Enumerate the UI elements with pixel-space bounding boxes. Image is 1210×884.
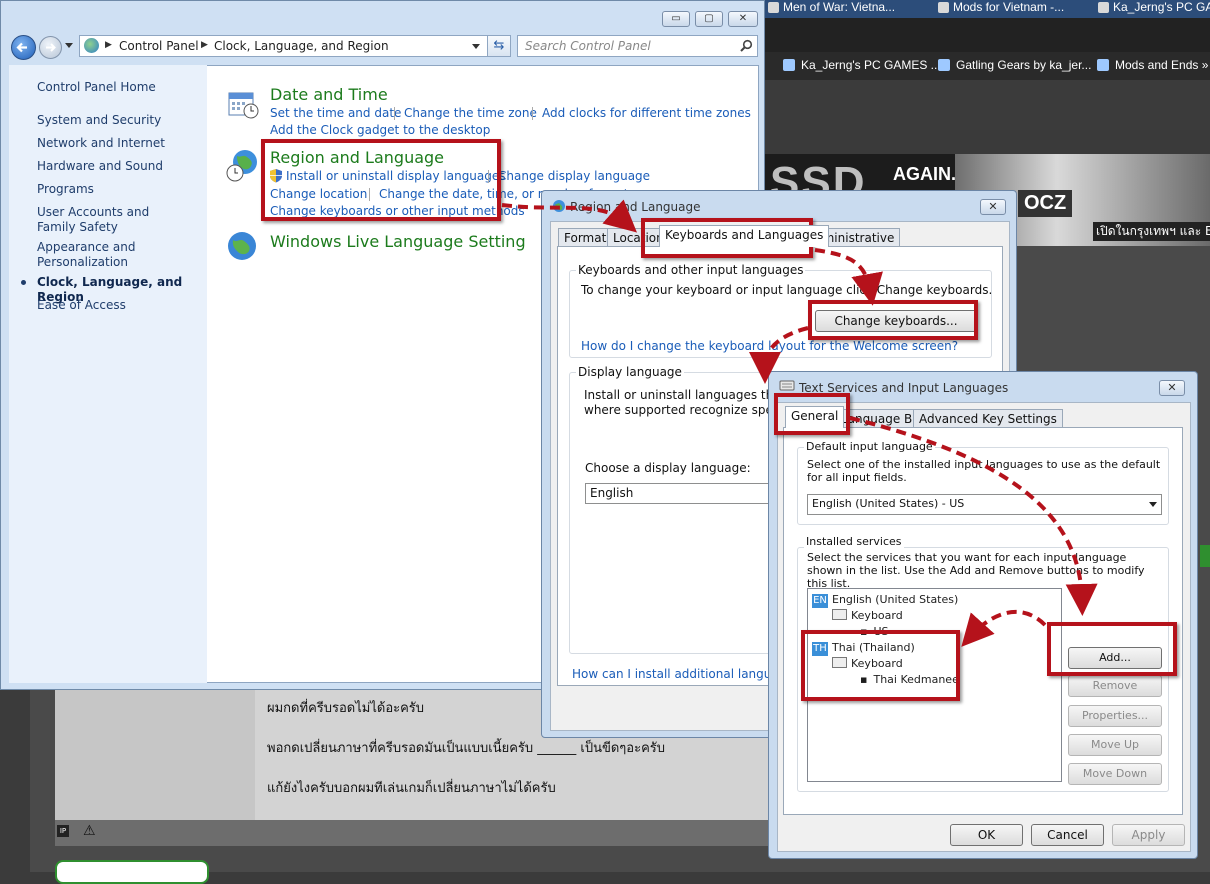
- arrow-to-thai-entry: [961, 609, 1047, 647]
- tab-general[interactable]: General: [785, 406, 845, 428]
- arrow-to-add-button: [849, 416, 1098, 616]
- arrow-to-change-keyboards: [814, 248, 883, 306]
- arrow-to-text-services: [749, 326, 809, 384]
- tab-keyboards-and-languages[interactable]: Keyboards and Languages: [659, 225, 830, 247]
- arrow-to-keyboards-tab: [501, 199, 638, 233]
- tutorial-arrows: [501, 199, 1098, 647]
